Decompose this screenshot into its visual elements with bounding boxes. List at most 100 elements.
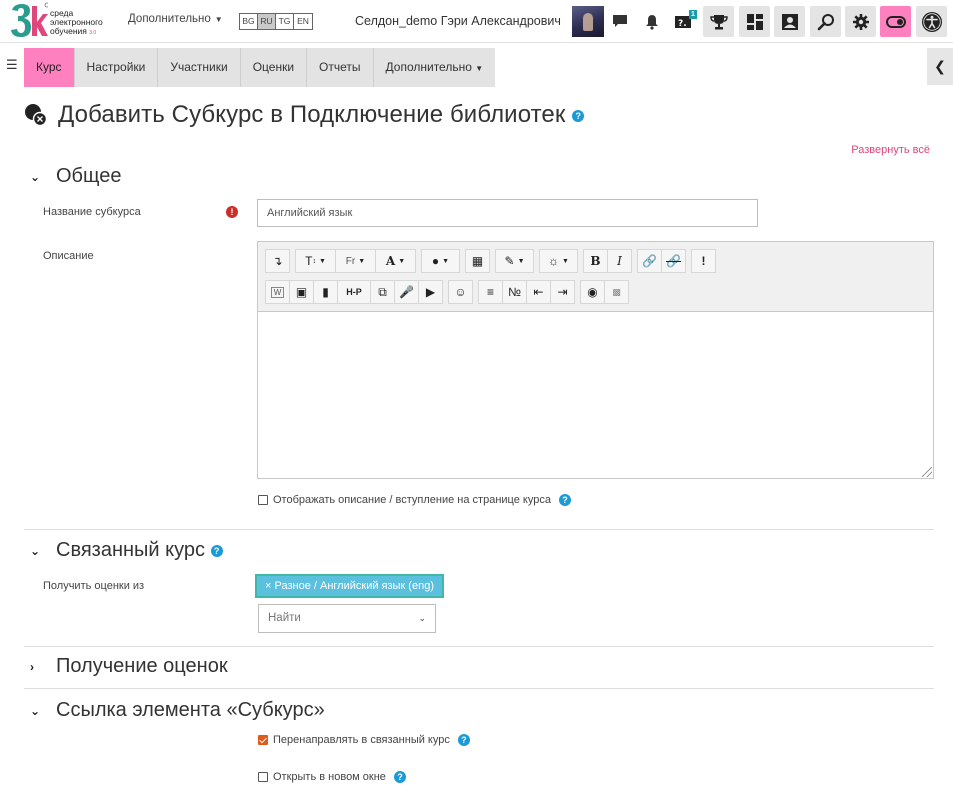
section-title: Получение оценок bbox=[56, 655, 228, 677]
new-window-row: Открыть в новом окне ? bbox=[258, 771, 406, 783]
remove-tag-icon[interactable]: × bbox=[265, 580, 271, 592]
bulb-icon[interactable]: ☼ ▼ bbox=[539, 249, 578, 273]
resize-handle-icon[interactable] bbox=[922, 467, 932, 477]
toolbar-row-2: W ▣ ▮ H-P ⧉ 🎤 ▶ ☺ ≡ № ⇤ ⇥ ◉ ▩ bbox=[265, 280, 634, 304]
show-description-checkbox[interactable] bbox=[258, 495, 268, 505]
help-icon[interactable]: ? bbox=[210, 544, 223, 557]
accessibility-button[interactable] bbox=[916, 6, 947, 37]
help-requests-button[interactable]: ?. 1 bbox=[672, 6, 698, 37]
dashboard-button[interactable] bbox=[739, 6, 770, 37]
selected-course-tag[interactable]: × Разное / Английский язык (eng) bbox=[255, 574, 444, 598]
exclamation-icon[interactable]: ! bbox=[691, 249, 716, 273]
screenreader-icon[interactable]: ▩ bbox=[604, 280, 629, 304]
microphone-icon[interactable]: 🎤 bbox=[394, 280, 419, 304]
font-size-icon[interactable]: T ↕ ▼ bbox=[295, 249, 336, 273]
tab-more[interactable]: Дополнительно ▼ bbox=[374, 48, 496, 87]
help-icon[interactable]: ? bbox=[572, 109, 585, 122]
grades-from-label: Получить оценки из bbox=[43, 580, 145, 592]
image-icon[interactable]: ▣ bbox=[289, 280, 314, 304]
gear-icon bbox=[852, 13, 869, 30]
font-color-icon[interactable]: A ▼ bbox=[375, 249, 416, 273]
expand-all-link[interactable]: Развернуть всё bbox=[851, 144, 930, 156]
media-icon[interactable]: ▮ bbox=[313, 280, 338, 304]
help-icon[interactable]: ? bbox=[393, 771, 406, 783]
background-color-icon[interactable]: ● ▼ bbox=[421, 249, 460, 273]
svg-text:?.: ?. bbox=[678, 19, 687, 29]
tab-settings[interactable]: Настройки bbox=[75, 48, 159, 87]
ordered-list-icon[interactable]: № bbox=[502, 280, 527, 304]
description-label: Описание bbox=[43, 250, 94, 262]
course-tabs: Курс Настройки Участники Оценки Отчеты Д… bbox=[24, 48, 496, 87]
drawer-toggle-button[interactable]: ❮ bbox=[927, 48, 953, 85]
logo-mark-icon bbox=[11, 2, 48, 37]
section-general-header[interactable]: ⌄ Общее bbox=[30, 165, 122, 188]
language-switcher: BG RU TG EN bbox=[239, 13, 313, 30]
redirect-checkbox[interactable] bbox=[258, 735, 268, 745]
theme-toggle-button[interactable] bbox=[880, 6, 911, 37]
editor-content-area[interactable] bbox=[258, 313, 933, 478]
chevron-down-icon: ▼ bbox=[214, 15, 223, 24]
user-name[interactable]: Селдон_demo Гэри Александрович bbox=[355, 14, 561, 28]
italic-icon[interactable]: I bbox=[607, 249, 632, 273]
notification-badge: 1 bbox=[689, 10, 697, 19]
new-window-checkbox[interactable] bbox=[258, 772, 268, 782]
h5p-icon[interactable]: H-P bbox=[337, 280, 371, 304]
tab-grades[interactable]: Оценки bbox=[241, 48, 308, 87]
search-icon bbox=[817, 13, 834, 30]
paragraph-icon[interactable]: ↴ bbox=[265, 249, 290, 273]
menu-list-icon[interactable]: ☰ bbox=[6, 57, 18, 73]
tab-course[interactable]: Курс bbox=[24, 48, 75, 87]
avatar[interactable] bbox=[572, 6, 604, 37]
section-divider bbox=[24, 646, 934, 647]
help-icon[interactable]: ? bbox=[558, 494, 571, 506]
lang-en[interactable]: EN bbox=[294, 14, 312, 29]
copy-icon[interactable]: ⧉ bbox=[370, 280, 395, 304]
font-family-icon[interactable]: Fr ▼ bbox=[335, 249, 376, 273]
bold-icon[interactable]: B bbox=[583, 249, 608, 273]
settings-button[interactable] bbox=[845, 6, 876, 37]
help-icon[interactable]: ? bbox=[457, 734, 470, 746]
tab-participants[interactable]: Участники bbox=[158, 48, 241, 87]
subcourse-name-input[interactable] bbox=[257, 199, 758, 227]
messages-button[interactable] bbox=[609, 6, 631, 37]
navbar-more-label: Дополнительно bbox=[128, 13, 211, 25]
lang-ru[interactable]: RU bbox=[258, 14, 276, 29]
logo-version: 3.0 bbox=[89, 30, 97, 36]
emoji-icon[interactable]: ☺ bbox=[448, 280, 473, 304]
new-window-label: Открыть в новом окне bbox=[273, 771, 386, 783]
navbar-more-menu[interactable]: Дополнительно ▼ bbox=[128, 13, 223, 25]
video-icon[interactable]: ▶ bbox=[418, 280, 443, 304]
section-divider bbox=[24, 688, 934, 689]
unordered-list-icon[interactable]: ≡ bbox=[478, 280, 503, 304]
page-title: Добавить Субкурс в Подключение библиотек… bbox=[58, 101, 585, 129]
accessibility-checker-icon[interactable]: ◉ bbox=[580, 280, 605, 304]
logo-text: среда электронного обучения 3.0 bbox=[50, 9, 120, 38]
site-logo[interactable]: среда электронного обучения 3.0 bbox=[8, 2, 116, 40]
section-grades-header[interactable]: › Получение оценок bbox=[30, 655, 228, 678]
indent-icon[interactable]: ⇥ bbox=[550, 280, 575, 304]
notifications-button[interactable] bbox=[641, 6, 663, 37]
lang-bg[interactable]: BG bbox=[240, 14, 258, 29]
lang-tg[interactable]: TG bbox=[276, 14, 294, 29]
show-description-row: Отображать описание / вступление на стра… bbox=[258, 494, 571, 506]
search-button[interactable] bbox=[810, 6, 841, 37]
section-divider bbox=[24, 529, 934, 530]
accessibility-icon bbox=[921, 11, 942, 32]
courses-button[interactable] bbox=[774, 6, 805, 37]
subcourse-icon bbox=[24, 103, 48, 127]
word-import-icon[interactable]: W bbox=[265, 280, 290, 304]
course-navigation: ☰ Курс Настройки Участники Оценки Отчеты… bbox=[0, 43, 953, 88]
outdent-icon[interactable]: ⇤ bbox=[526, 280, 551, 304]
achievements-button[interactable] bbox=[703, 6, 734, 37]
section-linked-course-header[interactable]: ⌄ Связанный курс ? bbox=[30, 539, 223, 562]
show-description-label: Отображать описание / вступление на стра… bbox=[273, 494, 551, 506]
bell-icon bbox=[646, 14, 658, 30]
tab-reports[interactable]: Отчеты bbox=[307, 48, 374, 87]
logo-line3: обучения bbox=[50, 26, 87, 36]
styles-icon[interactable]: ✎ ▼ bbox=[495, 249, 534, 273]
section-link-header[interactable]: ⌄ Ссылка элемента «Субкурс» bbox=[30, 699, 325, 722]
link-icon[interactable]: 🔗 bbox=[637, 249, 662, 273]
unlink-icon[interactable]: 🔗 bbox=[661, 249, 686, 273]
course-search-select[interactable]: Найти ⌄ bbox=[258, 604, 436, 633]
cube-icon[interactable]: ▦ bbox=[465, 249, 490, 273]
